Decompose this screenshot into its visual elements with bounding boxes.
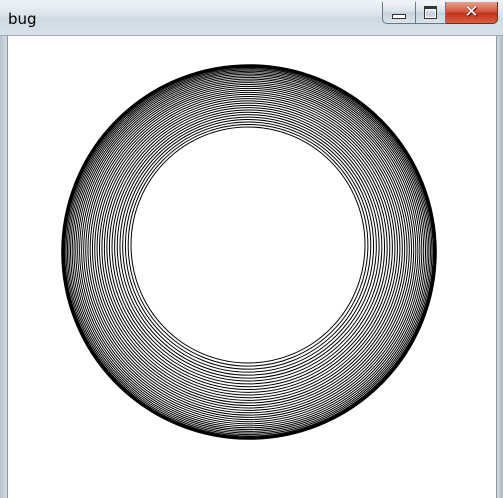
concentric-rings-drawing	[61, 64, 437, 440]
ring	[94, 93, 403, 404]
app-window: bug ✕	[0, 0, 503, 498]
ring	[124, 121, 372, 370]
ring	[108, 107, 388, 388]
ring	[114, 111, 383, 382]
ring	[96, 96, 401, 401]
ring	[101, 100, 396, 396]
window-title: bug	[8, 10, 37, 28]
close-button[interactable]: ✕	[446, 2, 498, 24]
ring	[91, 91, 406, 406]
ring	[127, 123, 369, 367]
close-icon: ✕	[464, 2, 479, 22]
ring	[103, 102, 393, 393]
ring	[116, 114, 380, 379]
maximize-icon	[424, 6, 437, 19]
ring	[98, 98, 398, 399]
client-area	[8, 36, 496, 498]
maximize-button[interactable]	[416, 2, 446, 24]
window-frame-right	[496, 36, 503, 498]
ring	[106, 104, 391, 391]
minimize-icon	[392, 14, 406, 19]
title-bar[interactable]: bug ✕	[0, 0, 503, 36]
window-frame-left	[0, 36, 8, 498]
ring	[111, 109, 386, 385]
ring	[130, 126, 366, 364]
minimize-button[interactable]	[382, 2, 416, 24]
ring	[119, 116, 377, 376]
ring	[122, 119, 375, 373]
